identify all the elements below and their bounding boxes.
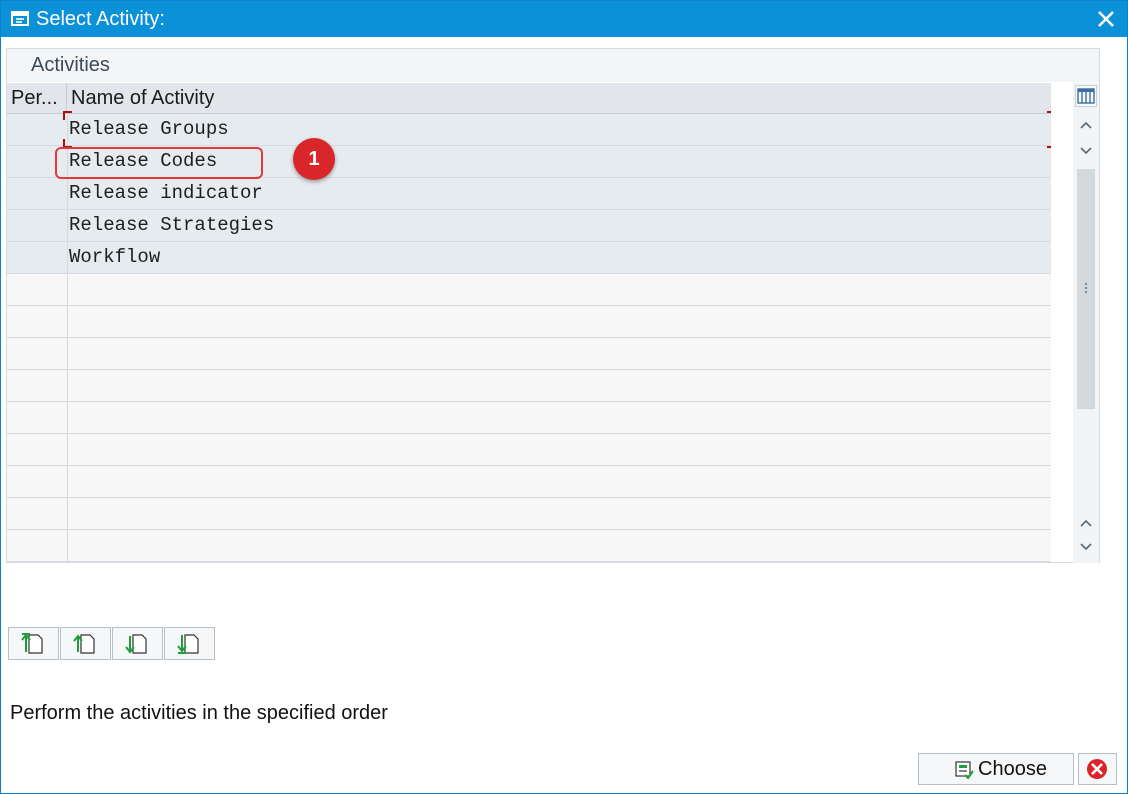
- activity-name[interactable]: Workflow: [69, 242, 160, 273]
- move-up-button[interactable]: [60, 627, 111, 660]
- activities-panel: Activities Per... Name of Activity Relea…: [6, 48, 1100, 563]
- move-top-icon: [21, 633, 43, 654]
- row-selector: [7, 274, 68, 305]
- row-selector: [7, 402, 68, 433]
- close-icon[interactable]: [1095, 8, 1117, 30]
- empty-row: [7, 466, 1051, 498]
- choose-button[interactable]: Choose: [918, 753, 1074, 785]
- grip-icon: [1085, 283, 1087, 293]
- table-row[interactable]: Release Strategies: [7, 210, 1051, 242]
- focus-marker: [1047, 111, 1051, 120]
- row-selector: [7, 306, 68, 337]
- dialog-title: Select Activity:: [36, 8, 165, 30]
- empty-row: [7, 402, 1051, 434]
- choose-icon: [955, 761, 974, 780]
- table-row[interactable]: Release indicator: [7, 178, 1051, 210]
- table-row[interactable]: Workflow: [7, 242, 1051, 274]
- row-selector: [7, 530, 68, 561]
- activity-name[interactable]: Release indicator: [69, 178, 263, 209]
- activity-name[interactable]: Release Strategies: [69, 210, 274, 241]
- column-settings-button[interactable]: [1075, 85, 1097, 107]
- empty-row: [7, 274, 1051, 306]
- move-bottom-icon: [177, 634, 199, 654]
- cancel-icon: [1087, 759, 1107, 779]
- scroll-up-icon[interactable]: [1073, 511, 1099, 535]
- table-row[interactable]: Release Groups: [7, 114, 1051, 146]
- scroll-page-up-icon[interactable]: [1073, 113, 1099, 137]
- highlight-box: [55, 147, 263, 179]
- row-selector: [7, 338, 68, 369]
- row-selector[interactable]: [7, 114, 68, 145]
- focus-marker: [63, 111, 72, 120]
- row-selector[interactable]: [7, 242, 68, 273]
- table-header: Per... Name of Activity: [7, 83, 1051, 114]
- move-down-icon: [125, 634, 147, 654]
- row-selector: [7, 498, 68, 529]
- empty-row: [7, 370, 1051, 402]
- row-selector: [7, 466, 68, 497]
- row-selector: [7, 434, 68, 465]
- info-text: Perform the activities in the specified …: [10, 702, 388, 724]
- column-header-perform[interactable]: Per...: [7, 83, 67, 113]
- cancel-button[interactable]: [1078, 753, 1117, 785]
- scrollbar-thumb[interactable]: [1077, 169, 1095, 409]
- dialog-icon: [11, 11, 29, 26]
- empty-row: [7, 338, 1051, 370]
- empty-row: [7, 306, 1051, 338]
- activity-name[interactable]: Release Groups: [69, 114, 229, 145]
- scroll-page-down-icon[interactable]: [1073, 535, 1099, 559]
- row-selector: [7, 370, 68, 401]
- title-bar: Select Activity:: [1, 1, 1127, 37]
- empty-row: [7, 498, 1051, 530]
- column-header-name[interactable]: Name of Activity: [68, 83, 214, 113]
- move-to-top-button[interactable]: [8, 627, 59, 660]
- empty-row: [7, 434, 1051, 466]
- empty-row: [7, 530, 1051, 562]
- move-up-icon: [73, 634, 95, 654]
- select-activity-dialog: Select Activity: Activities Per... Name …: [0, 0, 1128, 794]
- vertical-scrollbar[interactable]: [1073, 83, 1099, 563]
- step-badge: 1: [293, 138, 335, 180]
- choose-label: Choose: [978, 758, 1047, 780]
- scroll-down-icon[interactable]: [1073, 139, 1099, 163]
- move-to-bottom-button[interactable]: [164, 627, 215, 660]
- row-selector[interactable]: [7, 210, 68, 241]
- panel-title: Activities: [7, 49, 1099, 82]
- row-selector[interactable]: [7, 178, 68, 209]
- move-down-button[interactable]: [112, 627, 163, 660]
- column-layout-icon: [1077, 88, 1095, 104]
- focus-marker: [1047, 139, 1051, 148]
